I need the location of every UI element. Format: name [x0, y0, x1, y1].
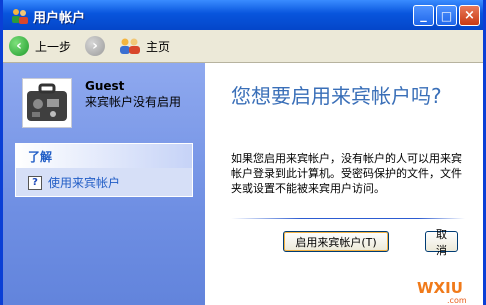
user-name: Guest [85, 79, 125, 93]
help-icon: ? [28, 175, 42, 190]
using-guest-account-link[interactable]: ? 使用来宾帐户 [28, 174, 120, 191]
avatar [22, 78, 72, 128]
close-button[interactable]: × [459, 5, 480, 26]
title-bar[interactable]: 用户帐户 _ □ × [3, 0, 483, 30]
user-status: 来宾帐户没有启用 [85, 95, 182, 109]
back-button[interactable]: ‹ 上一步 [9, 36, 71, 56]
right-pane: 您想要启用来宾帐户吗? 如果您启用来宾帐户，没有帐户的人可以用来宾帐户登录到此计… [205, 63, 483, 305]
description-text: 如果您启用来宾帐户，没有帐户的人可以用来宾帐户登录到此计算机。受密码保护的文件，… [231, 152, 462, 195]
svg-text:.com: .com [447, 296, 467, 305]
learn-panel-header[interactable]: 了解 [16, 144, 192, 168]
home-label: 主页 [146, 39, 171, 54]
forward-button[interactable]: › [85, 36, 105, 56]
home-button[interactable]: 主页 [119, 36, 170, 56]
minimize-button[interactable]: _ [413, 5, 434, 26]
using-guest-account-label: 使用来宾帐户 [48, 176, 121, 190]
forward-arrow-icon: › [85, 36, 105, 56]
home-users-icon [120, 38, 140, 54]
enable-guest-button[interactable]: 启用来宾帐户(T) [283, 231, 389, 252]
svg-text:WXIU: WXIU [417, 279, 463, 297]
window-title: 用户帐户 [33, 11, 86, 26]
briefcase-icon [27, 83, 67, 121]
learn-panel-title: 了解 [28, 150, 53, 164]
separator [231, 218, 465, 219]
page-heading: 您想要启用来宾帐户吗? [231, 84, 442, 108]
user-accounts-window: 用户帐户 _ □ × ‹ 上一步 › 主页 Guest 来宾帐户没有启用 了解 … [0, 0, 486, 305]
content-area: Guest 来宾帐户没有启用 了解 ? 使用来宾帐户 您想要启用来宾帐户吗? 如… [3, 63, 483, 305]
back-label: 上一步 [35, 39, 72, 54]
wxiu-watermark-logo: WXIU .com [417, 279, 467, 305]
toolbar: ‹ 上一步 › 主页 [3, 30, 483, 63]
left-pane: Guest 来宾帐户没有启用 了解 ? 使用来宾帐户 [3, 63, 205, 305]
maximize-button[interactable]: □ [436, 5, 457, 26]
back-arrow-icon: ‹ [9, 36, 29, 56]
user-accounts-icon [12, 9, 28, 24]
cancel-button[interactable]: 取消 [425, 228, 458, 257]
learn-panel: 了解 ? 使用来宾帐户 [15, 143, 193, 197]
